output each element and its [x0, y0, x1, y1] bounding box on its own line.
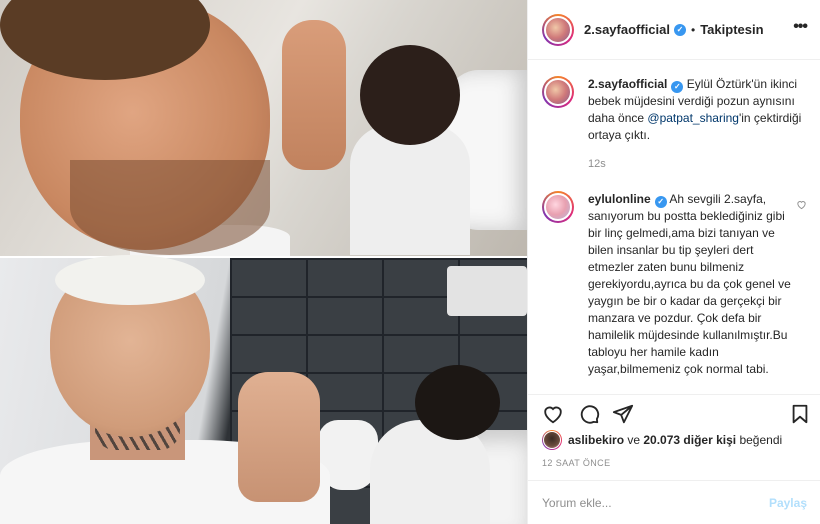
author-avatar[interactable]: [542, 13, 574, 46]
hand-gesture: [282, 20, 346, 170]
photo-top-half: [0, 0, 527, 256]
comment-body: 2.sayfaofficial ✓ Eylül Öztürk'ün ikinci …: [588, 76, 807, 173]
verified-badge-icon: ✓: [674, 23, 686, 36]
flush-panel: [447, 266, 527, 316]
mention-link[interactable]: @patpat_sharing: [647, 111, 739, 125]
comments-list[interactable]: 2.sayfaofficial ✓ Eylül Öztürk'ün ikinci …: [528, 60, 820, 394]
comment-text: Ah sevgili 2.sayfa, sanıyorum bu postta …: [588, 192, 791, 376]
liker-username[interactable]: aslibekiro: [568, 433, 624, 447]
hair-shape-bottom: [55, 255, 205, 305]
reply-comment: eylulonline ✓ Ah sevgili 2.sayfa, sanıyor…: [542, 191, 807, 378]
woman-figure: [350, 45, 470, 255]
comment-composer: Paylaş: [528, 480, 820, 524]
comment-icon[interactable]: [576, 401, 602, 427]
comment-username[interactable]: 2.sayfaofficial: [588, 77, 667, 91]
bookmark-icon[interactable]: [787, 401, 813, 427]
hand-gesture-bottom: [238, 372, 320, 502]
follow-status-button[interactable]: Takiptesin: [700, 22, 763, 37]
comment-input[interactable]: [542, 495, 769, 510]
likes-suffix: beğendi: [736, 433, 783, 447]
author-avatar[interactable]: [542, 76, 574, 108]
comment-username[interactable]: eylulonline: [588, 192, 651, 206]
caption-comment: 2.sayfaofficial ✓ Eylül Öztürk'ün ikinci …: [542, 76, 807, 173]
share-comment-button[interactable]: Paylaş: [769, 496, 807, 510]
post-timestamp[interactable]: 12 SAAT ÖNCE: [542, 458, 611, 468]
liker-avatar[interactable]: [542, 430, 562, 450]
comment-body: eylulonline ✓ Ah sevgili 2.sayfa, sanıyor…: [588, 191, 800, 378]
heart-icon[interactable]: [540, 401, 566, 427]
beard-shape: [70, 160, 270, 255]
separator-dot: •: [691, 22, 696, 37]
verified-badge-icon: ✓: [671, 80, 684, 93]
author-username[interactable]: 2.sayfaofficial: [584, 22, 670, 37]
likes-text: aslibekiro ve 20.073 diğer kişi beğendi: [568, 433, 782, 447]
likes-summary: aslibekiro ve 20.073 diğer kişi beğendi: [542, 430, 782, 450]
more-horizontal-icon[interactable]: •••: [793, 18, 808, 36]
likes-connector: ve: [624, 433, 644, 447]
action-bar: [528, 394, 820, 430]
heart-outline-icon[interactable]: [796, 199, 807, 213]
likes-count[interactable]: 20.073 diğer kişi: [643, 433, 736, 447]
commenter-avatar[interactable]: [542, 191, 574, 223]
verified-badge-icon: ✓: [654, 195, 667, 208]
share-icon[interactable]: [610, 401, 636, 427]
post-photo[interactable]: [0, 0, 527, 524]
woman-figure-bottom: [370, 365, 527, 524]
comment-time[interactable]: 12s: [588, 156, 807, 173]
post-side-panel: 2.sayfaofficial ✓ • Takiptesin ••• 2.say…: [527, 0, 820, 524]
post-header: 2.sayfaofficial ✓ • Takiptesin •••: [528, 0, 820, 60]
